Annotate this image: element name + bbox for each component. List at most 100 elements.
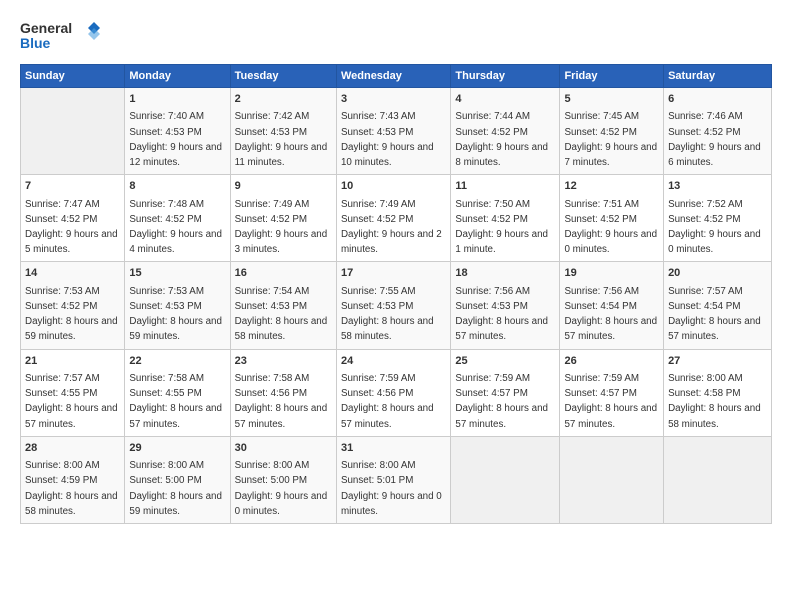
table-row: 1 Sunrise: 7:40 AMSunset: 4:53 PMDaylight… <box>125 88 230 175</box>
day-info: Sunrise: 7:50 AMSunset: 4:52 PMDaylight:… <box>455 199 548 256</box>
day-info: Sunrise: 7:59 AMSunset: 4:57 PMDaylight:… <box>564 373 657 430</box>
table-row: 28Sunrise: 8:00 AMSunset: 4:59 PMDayligh… <box>21 436 125 523</box>
day-info: Sunrise: 7:44 AMSunset: 4:52 PMDaylight:… <box>455 111 548 168</box>
day-info: Sunrise: 7:57 AMSunset: 4:54 PMDaylight:… <box>668 286 761 343</box>
table-row: 21 Sunrise: 7:57 AMSunset: 4:55 PMDayligh… <box>21 349 125 436</box>
day-info: Sunrise: 8:00 AMSunset: 5:01 PMDaylight:… <box>341 460 442 517</box>
day-number: 31 <box>341 441 446 456</box>
day-number: 21 <box>25 354 120 369</box>
day-number: 6 <box>668 92 767 107</box>
day-info: Sunrise: 7:48 AMSunset: 4:52 PMDaylight:… <box>129 199 222 256</box>
table-row: 17 Sunrise: 7:55 AMSunset: 4:53 PMDayligh… <box>336 262 450 349</box>
table-row: 24 Sunrise: 7:59 AMSunset: 4:56 PMDayligh… <box>336 349 450 436</box>
table-row <box>21 88 125 175</box>
day-number: 12 <box>564 179 659 194</box>
col-header-sunday: Sunday <box>21 65 125 88</box>
table-row: 25 Sunrise: 7:59 AMSunset: 4:57 PMDayligh… <box>451 349 560 436</box>
day-info: Sunrise: 7:52 AMSunset: 4:52 PMDaylight:… <box>668 199 761 256</box>
table-row: 2 Sunrise: 7:42 AMSunset: 4:53 PMDaylight… <box>230 88 336 175</box>
day-info: Sunrise: 7:51 AMSunset: 4:52 PMDaylight:… <box>564 199 657 256</box>
day-info: Sunrise: 7:45 AMSunset: 4:52 PMDaylight:… <box>564 111 657 168</box>
day-number: 2 <box>235 92 332 107</box>
table-row: 23Sunrise: 7:58 AMSunset: 4:56 PMDayligh… <box>230 349 336 436</box>
table-row <box>451 436 560 523</box>
day-number: 14 <box>25 266 120 281</box>
day-number: 22 <box>129 354 225 369</box>
table-row: 22 Sunrise: 7:58 AMSunset: 4:55 PMDayligh… <box>125 349 230 436</box>
day-number: 18 <box>455 266 555 281</box>
day-info: Sunrise: 8:00 AMSunset: 4:59 PMDaylight:… <box>25 460 118 517</box>
calendar-table: SundayMondayTuesdayWednesdayThursdayFrid… <box>20 64 772 524</box>
day-info: Sunrise: 8:00 AMSunset: 5:00 PMDaylight:… <box>235 460 328 517</box>
day-info: Sunrise: 7:53 AMSunset: 4:52 PMDaylight:… <box>25 286 118 343</box>
day-info: Sunrise: 7:59 AMSunset: 4:57 PMDaylight:… <box>455 373 548 430</box>
day-info: Sunrise: 7:49 AMSunset: 4:52 PMDaylight:… <box>235 199 328 256</box>
table-row: 16Sunrise: 7:54 AMSunset: 4:53 PMDayligh… <box>230 262 336 349</box>
table-row: 19 Sunrise: 7:56 AMSunset: 4:54 PMDayligh… <box>560 262 664 349</box>
day-number: 26 <box>564 354 659 369</box>
day-number: 19 <box>564 266 659 281</box>
day-info: Sunrise: 7:47 AMSunset: 4:52 PMDaylight:… <box>25 199 118 256</box>
table-row <box>664 436 772 523</box>
day-number: 15 <box>129 266 225 281</box>
day-number: 20 <box>668 266 767 281</box>
table-row: 27Sunrise: 8:00 AMSunset: 4:58 PMDayligh… <box>664 349 772 436</box>
day-number: 24 <box>341 354 446 369</box>
table-row: 12 Sunrise: 7:51 AMSunset: 4:52 PMDayligh… <box>560 175 664 262</box>
table-row: 26 Sunrise: 7:59 AMSunset: 4:57 PMDayligh… <box>560 349 664 436</box>
day-number: 30 <box>235 441 332 456</box>
day-info: Sunrise: 7:53 AMSunset: 4:53 PMDaylight:… <box>129 286 222 343</box>
table-row: 31 Sunrise: 8:00 AMSunset: 5:01 PMDayligh… <box>336 436 450 523</box>
day-number: 10 <box>341 179 446 194</box>
day-number: 8 <box>129 179 225 194</box>
day-info: Sunrise: 7:43 AMSunset: 4:53 PMDaylight:… <box>341 111 434 168</box>
day-number: 7 <box>25 179 120 194</box>
logo-svg: General Blue <box>20 18 100 54</box>
svg-text:Blue: Blue <box>20 35 51 51</box>
day-info: Sunrise: 7:49 AMSunset: 4:52 PMDaylight:… <box>341 199 442 256</box>
col-header-friday: Friday <box>560 65 664 88</box>
day-number: 29 <box>129 441 225 456</box>
day-number: 5 <box>564 92 659 107</box>
table-row: 7 Sunrise: 7:47 AMSunset: 4:52 PMDaylight… <box>21 175 125 262</box>
day-info: Sunrise: 7:55 AMSunset: 4:53 PMDaylight:… <box>341 286 434 343</box>
table-row: 9 Sunrise: 7:49 AMSunset: 4:52 PMDaylight… <box>230 175 336 262</box>
col-header-wednesday: Wednesday <box>336 65 450 88</box>
table-row: 11 Sunrise: 7:50 AMSunset: 4:52 PMDayligh… <box>451 175 560 262</box>
table-row: 13 Sunrise: 7:52 AMSunset: 4:52 PMDayligh… <box>664 175 772 262</box>
day-number: 3 <box>341 92 446 107</box>
day-info: Sunrise: 7:58 AMSunset: 4:55 PMDaylight:… <box>129 373 222 430</box>
day-info: Sunrise: 7:40 AMSunset: 4:53 PMDaylight:… <box>129 111 222 168</box>
day-info: Sunrise: 7:46 AMSunset: 4:52 PMDaylight:… <box>668 111 761 168</box>
day-number: 25 <box>455 354 555 369</box>
day-number: 9 <box>235 179 332 194</box>
table-row <box>560 436 664 523</box>
table-row: 15 Sunrise: 7:53 AMSunset: 4:53 PMDayligh… <box>125 262 230 349</box>
col-header-saturday: Saturday <box>664 65 772 88</box>
day-number: 17 <box>341 266 446 281</box>
col-header-thursday: Thursday <box>451 65 560 88</box>
day-info: Sunrise: 7:57 AMSunset: 4:55 PMDaylight:… <box>25 373 118 430</box>
day-info: Sunrise: 7:56 AMSunset: 4:53 PMDaylight:… <box>455 286 548 343</box>
table-row: 14 Sunrise: 7:53 AMSunset: 4:52 PMDayligh… <box>21 262 125 349</box>
logo: General Blue <box>20 18 100 54</box>
table-row: 18 Sunrise: 7:56 AMSunset: 4:53 PMDayligh… <box>451 262 560 349</box>
day-number: 1 <box>129 92 225 107</box>
day-info: Sunrise: 7:42 AMSunset: 4:53 PMDaylight:… <box>235 111 328 168</box>
day-number: 13 <box>668 179 767 194</box>
table-row: 4Sunrise: 7:44 AMSunset: 4:52 PMDaylight… <box>451 88 560 175</box>
table-row: 30 Sunrise: 8:00 AMSunset: 5:00 PMDayligh… <box>230 436 336 523</box>
table-row: 8 Sunrise: 7:48 AMSunset: 4:52 PMDaylight… <box>125 175 230 262</box>
page-header: General Blue <box>20 18 772 54</box>
day-info: Sunrise: 7:59 AMSunset: 4:56 PMDaylight:… <box>341 373 434 430</box>
day-info: Sunrise: 7:58 AMSunset: 4:56 PMDaylight:… <box>235 373 328 430</box>
table-row: 6 Sunrise: 7:46 AMSunset: 4:52 PMDaylight… <box>664 88 772 175</box>
day-number: 11 <box>455 179 555 194</box>
table-row: 5 Sunrise: 7:45 AMSunset: 4:52 PMDaylight… <box>560 88 664 175</box>
table-row: 10 Sunrise: 7:49 AMSunset: 4:52 PMDayligh… <box>336 175 450 262</box>
day-info: Sunrise: 8:00 AMSunset: 4:58 PMDaylight:… <box>668 373 761 430</box>
day-info: Sunrise: 7:54 AMSunset: 4:53 PMDaylight:… <box>235 286 328 343</box>
day-info: Sunrise: 7:56 AMSunset: 4:54 PMDaylight:… <box>564 286 657 343</box>
col-header-monday: Monday <box>125 65 230 88</box>
col-header-tuesday: Tuesday <box>230 65 336 88</box>
